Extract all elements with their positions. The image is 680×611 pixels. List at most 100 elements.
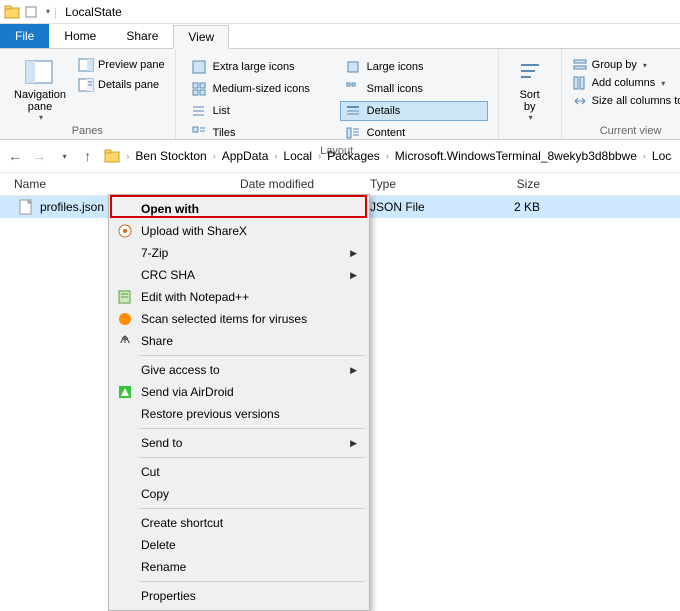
chevron-down-icon: ▾	[529, 113, 533, 122]
column-headers[interactable]: Name Date modified Type Size	[0, 172, 680, 196]
json-file-icon	[18, 199, 34, 215]
ctx-upload-sharex[interactable]: Upload with ShareX	[111, 220, 367, 242]
preview-pane-icon	[78, 57, 94, 73]
sort-label: Sort by	[520, 89, 540, 113]
up-button[interactable]: ↑	[81, 148, 94, 164]
file-type: JSON File	[370, 200, 480, 214]
layout-tiles[interactable]: Tiles	[186, 123, 334, 143]
chevron-down-icon: ▾	[661, 79, 665, 88]
separator	[139, 581, 365, 582]
share-icon	[117, 333, 133, 349]
tiles-icon	[191, 125, 207, 141]
layout-medium-icons[interactable]: Medium-sized icons	[186, 79, 334, 99]
file-size: 2 KB	[480, 200, 560, 214]
navigation-pane-button[interactable]: Navigation pane ▾	[10, 53, 70, 122]
details-pane-label: Details pane	[98, 79, 159, 91]
layout-details[interactable]: Details	[340, 101, 488, 121]
ctx-7zip[interactable]: 7-Zip▶	[111, 242, 367, 264]
l-icons-icon	[345, 59, 361, 75]
navigation-pane-icon	[24, 57, 56, 89]
ctx-cut[interactable]: Cut	[111, 461, 367, 483]
layout-large-icons[interactable]: Large icons	[340, 57, 488, 77]
ctx-give-access[interactable]: Give access to▶	[111, 359, 367, 381]
group-current-view: Group by▾ Add columns▾ Size all columns …	[561, 49, 680, 139]
xl-icons-icon	[191, 59, 207, 75]
ctx-share[interactable]: Share	[111, 330, 367, 352]
submenu-arrow-icon: ▶	[350, 365, 357, 376]
crumb[interactable]: LocalState	[652, 149, 672, 163]
ribbon: Navigation pane ▾ Preview pane Details p…	[0, 48, 680, 140]
chevron-down-icon: ▾	[643, 61, 647, 70]
file-name: profiles.json	[40, 200, 104, 214]
crumb[interactable]: AppData	[222, 149, 269, 163]
size-all-columns-button[interactable]: Size all columns to f	[572, 93, 680, 109]
layout-extra-large-icons[interactable]: Extra large icons	[186, 57, 334, 77]
preview-pane-button[interactable]: Preview pane	[78, 57, 165, 73]
airdroid-icon	[117, 384, 133, 400]
crumb[interactable]: Packages	[327, 149, 380, 163]
layout-list[interactable]: List	[186, 101, 334, 121]
ctx-airdroid[interactable]: Send via AirDroid	[111, 381, 367, 403]
submenu-arrow-icon: ▶	[350, 248, 357, 259]
ctx-send-to[interactable]: Send to▶	[111, 432, 367, 454]
crumb[interactable]: Ben Stockton	[135, 149, 206, 163]
notepadpp-icon	[117, 289, 133, 305]
navigation-pane-label: Navigation pane	[14, 89, 66, 113]
ctx-delete[interactable]: Delete	[111, 534, 367, 556]
layout-content[interactable]: Content	[340, 123, 488, 143]
back-button[interactable]: ←	[8, 148, 22, 164]
tab-file[interactable]: File	[0, 24, 49, 48]
separator	[139, 457, 365, 458]
separator	[139, 355, 365, 356]
tab-view[interactable]: View	[173, 25, 229, 49]
context-menu: Open with Upload with ShareX 7-Zip▶ CRC …	[108, 194, 370, 611]
crumb[interactable]: Local	[283, 149, 312, 163]
history-dropdown[interactable]: ▾	[58, 152, 71, 161]
content-icon	[345, 125, 361, 141]
ctx-rename[interactable]: Rename	[111, 556, 367, 578]
tab-home[interactable]: Home	[49, 24, 111, 48]
ctx-restore-versions[interactable]: Restore previous versions	[111, 403, 367, 425]
ctx-crc-sha[interactable]: CRC SHA▶	[111, 264, 367, 286]
submenu-arrow-icon: ▶	[350, 438, 357, 449]
sort-icon	[514, 57, 546, 89]
ctx-properties[interactable]: Properties	[111, 585, 367, 607]
col-date[interactable]: Date modified	[240, 177, 370, 191]
forward-button[interactable]: →	[32, 148, 46, 164]
details-icon	[345, 103, 361, 119]
sort-by-button[interactable]: Sort by ▾	[509, 53, 551, 122]
sharex-icon	[117, 223, 133, 239]
antivirus-icon	[117, 311, 133, 327]
details-pane-icon	[78, 77, 94, 93]
ctx-copy[interactable]: Copy	[111, 483, 367, 505]
group-currentview-title: Current view	[572, 123, 680, 137]
add-columns-button[interactable]: Add columns▾	[572, 75, 680, 91]
tab-share[interactable]: Share	[111, 24, 173, 48]
qat-dropdown-icon[interactable]: ▾	[46, 7, 50, 16]
breadcrumb[interactable]: › Ben Stockton› AppData› Local› Packages…	[104, 148, 672, 164]
ctx-notepadpp[interactable]: Edit with Notepad++	[111, 286, 367, 308]
separator	[139, 428, 365, 429]
qat-item-icon[interactable]	[24, 4, 40, 20]
col-name[interactable]: Name	[0, 177, 240, 191]
col-type[interactable]: Type	[370, 177, 480, 191]
layout-small-icons[interactable]: Small icons	[340, 79, 488, 99]
chevron-down-icon: ▾	[39, 113, 43, 122]
ctx-create-shortcut[interactable]: Create shortcut	[111, 512, 367, 534]
details-pane-button[interactable]: Details pane	[78, 77, 165, 93]
window-title: LocalState	[65, 5, 122, 19]
group-sort: Sort by ▾	[499, 49, 561, 139]
preview-pane-label: Preview pane	[98, 59, 165, 71]
group-layout: Extra large icons Large icons Medium-siz…	[176, 49, 499, 139]
col-size[interactable]: Size	[480, 177, 560, 191]
ribbon-tabs: File Home Share View	[0, 24, 680, 48]
m-icons-icon	[191, 81, 207, 97]
list-icon	[191, 103, 207, 119]
add-columns-icon	[572, 75, 588, 91]
ctx-scan-viruses[interactable]: Scan selected items for viruses	[111, 308, 367, 330]
ctx-open-with[interactable]: Open with	[111, 198, 367, 220]
crumb[interactable]: Microsoft.WindowsTerminal_8wekyb3d8bbwe	[395, 149, 637, 163]
folder-icon	[104, 148, 120, 164]
group-by-button[interactable]: Group by▾	[572, 57, 680, 73]
layout-grid: Extra large icons Large icons Medium-siz…	[186, 53, 488, 143]
